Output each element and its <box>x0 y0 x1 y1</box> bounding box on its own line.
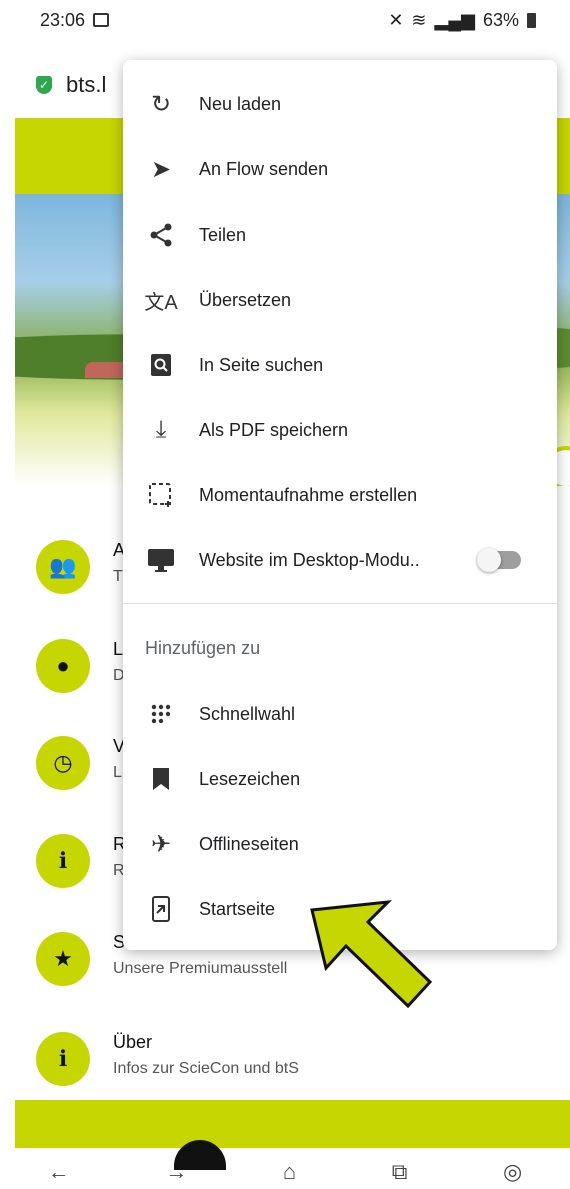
menu-section-header: Hinzufügen zu <box>145 638 261 658</box>
clock-icon: ◷ <box>36 736 90 790</box>
url-text[interactable]: bts.l <box>66 72 106 98</box>
menu-divider <box>123 603 557 604</box>
bookmark-icon <box>143 761 179 797</box>
star-icon: ★ <box>36 932 90 986</box>
tabs-icon[interactable]: ⧉ <box>392 1159 408 1185</box>
group-icon: 👥 <box>36 540 90 594</box>
speed-dial-svg <box>151 704 171 724</box>
menu-item-label: Offlineseiten <box>199 833 299 854</box>
list-item-subtitle: L <box>113 764 122 781</box>
menu-item-label: In Seite suchen <box>199 354 324 375</box>
menu-item-label: Schnellwahl <box>199 703 296 724</box>
menu-item-share[interactable]: Teilen <box>123 203 557 267</box>
add-to-home-icon <box>143 891 179 927</box>
back-arrow-icon[interactable]: ← <box>48 1159 70 1185</box>
share-icon <box>143 217 179 253</box>
menu-item-label: Lesezeichen <box>199 768 301 789</box>
status-right: ✕ ≋ ▂▄▆ 63% <box>388 10 536 31</box>
gallery-notification-icon <box>93 13 110 27</box>
menu-item-reload[interactable]: ↻ Neu laden <box>123 72 557 136</box>
status-bar: 23:06 ✕ ≋ ▂▄▆ 63% <box>0 0 570 40</box>
menu-item-label: Übersetzen <box>199 289 292 310</box>
overflow-menu: ↻ Neu laden ➤ An Flow senden Teilen 文A Ü… <box>123 60 557 950</box>
menu-item-label: Als PDF speichern <box>199 419 349 440</box>
list-item[interactable]: ℹ Über Infos zur ScieCon und btS <box>36 1024 570 1094</box>
screenshot-svg <box>149 483 171 507</box>
page-footer-band <box>15 1100 570 1148</box>
translate-icon: 文A <box>144 291 178 314</box>
find-svg <box>151 354 171 376</box>
location-pin-icon: ● <box>36 639 90 693</box>
menu-item-label: Momentaufnahme erstellen <box>199 484 418 505</box>
menu-item-label: An Flow senden <box>199 158 329 179</box>
desktop-svg <box>148 549 174 572</box>
secure-shield-icon: ✓ <box>36 76 52 94</box>
menu-item-translate[interactable]: 文A Übersetzen <box>123 268 557 332</box>
menu-item-speed-dial[interactable]: Schnellwahl <box>123 682 557 746</box>
info-icon: ℹ <box>36 834 90 888</box>
menu-item-label: Teilen <box>199 224 247 245</box>
mute-icon: ✕ <box>388 9 404 30</box>
list-item-subtitle: Infos zur ScieCon und btS <box>113 1060 299 1077</box>
pointer-arrow <box>310 900 433 1009</box>
bookmark-svg <box>153 768 169 790</box>
wifi-icon: ≋ <box>411 9 427 30</box>
battery-icon <box>527 12 536 28</box>
send-icon: ➤ <box>150 155 172 183</box>
menu-item-send-to-flow[interactable]: ➤ An Flow senden <box>123 137 557 201</box>
menu-item-desktop-mode[interactable]: Website im Desktop-Modu.. <box>123 528 557 592</box>
forward-arrow-icon[interactable]: → <box>165 1159 187 1185</box>
home-icon[interactable]: ⌂ <box>283 1159 296 1185</box>
menu-item-offline-pages[interactable]: ✈ Offlineseiten <box>123 812 557 876</box>
account-icon[interactable]: ◎ <box>503 1159 522 1185</box>
screenshot-icon <box>143 477 179 513</box>
reload-icon: ↻ <box>150 90 172 118</box>
download-icon: ⤓ <box>155 416 167 443</box>
info-icon: ℹ <box>36 1032 90 1086</box>
list-item-subtitle: Unsere Premiumausstell <box>113 960 288 977</box>
find-in-page-icon <box>143 347 179 383</box>
airplane-icon: ✈ <box>150 830 172 858</box>
status-time: 23:06 <box>40 9 86 30</box>
menu-item-find-in-page[interactable]: In Seite suchen <box>123 333 557 397</box>
menu-item-label: Startseite <box>199 898 276 919</box>
signal-icon: ▂▄▆ <box>434 9 475 30</box>
list-item-subtitle: T <box>113 568 123 585</box>
share-svg <box>150 223 172 247</box>
desktop-mode-toggle[interactable] <box>477 548 521 572</box>
toggle-knob <box>477 548 501 572</box>
list-item-title: L <box>113 639 124 659</box>
menu-item-bookmark[interactable]: Lesezeichen <box>123 747 557 811</box>
browser-bottom-nav: ← → ⌂ ⧉ ◎ <box>0 1155 570 1189</box>
menu-item-save-pdf[interactable]: ⤓ Als PDF speichern <box>123 398 557 462</box>
desktop-icon <box>143 542 179 578</box>
add-to-home-svg <box>152 896 170 922</box>
speed-dial-icon <box>143 696 179 732</box>
battery-level: 63% <box>482 9 519 30</box>
menu-item-label: Neu laden <box>199 93 282 114</box>
status-left: 23:06 <box>40 9 110 31</box>
list-item-title: Über <box>113 1032 153 1052</box>
menu-item-label: Website im Desktop-Modu.. <box>199 549 420 570</box>
menu-item-screenshot[interactable]: Momentaufnahme erstellen <box>123 463 557 527</box>
